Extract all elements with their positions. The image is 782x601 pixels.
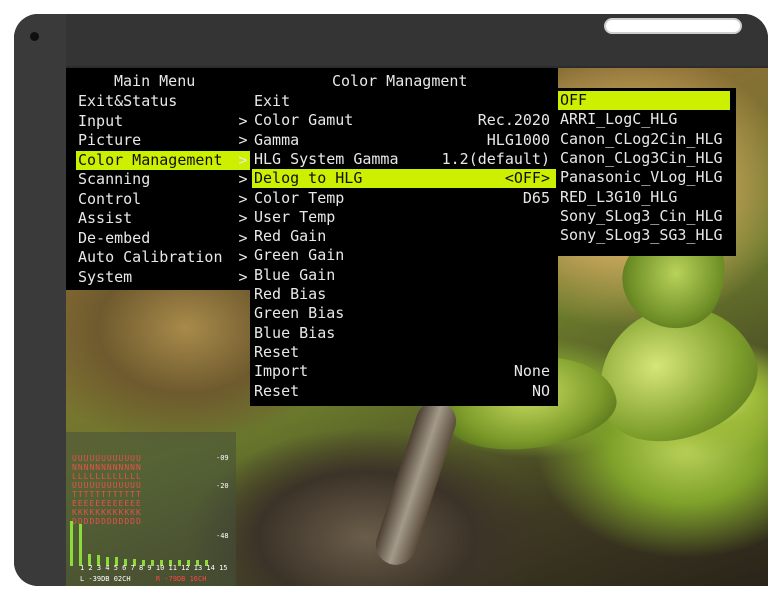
main-menu-item[interactable]: Picture xyxy=(78,131,238,150)
color-menu-item-value: HLG1000 xyxy=(486,130,550,149)
main-menu: Main Menu Exit&Status Input > Picture > Color… xyxy=(66,68,252,290)
main-menu-item[interactable]: Color Management xyxy=(76,150,252,170)
color-menu-item-label: Reset xyxy=(254,342,300,361)
delog-option-menu: OFF ARRI_LogC_HLG Canon_CLog2Cin_HLG Canon_… xyxy=(558,88,736,256)
main-menu-item[interactable]: Scanning xyxy=(78,170,238,189)
audio-meter-panel: UUUUUUUUUUUU NNNNNNNNNNNN LLLLLLLLLLLL U… xyxy=(66,432,236,586)
color-menu-item[interactable]: Exit xyxy=(252,92,556,111)
delog-option-item[interactable]: Sony_SLog3_Cin_HLG xyxy=(558,207,736,226)
color-menu-item[interactable]: Import None xyxy=(252,362,556,381)
color-management-menu: Color Managment Exit Color Gamut Rec.2020 G… xyxy=(250,68,558,406)
color-menu-item-label: Gamma xyxy=(254,130,300,149)
submenu-arrow-icon: > xyxy=(238,248,248,266)
audio-right-readout: R -79DB 16CH xyxy=(155,575,207,583)
stem-shape xyxy=(370,395,462,571)
audio-readout: L -39DB 02CH R -79DB 16CH xyxy=(80,575,206,583)
color-menu-item[interactable]: Color Gamut Rec.2020 xyxy=(252,111,556,130)
color-menu-item[interactable]: Delog to HLG <OFF> xyxy=(252,169,556,189)
color-menu-item-label: Delog to HLG xyxy=(254,169,363,188)
color-menu-item-label: Import xyxy=(254,362,309,381)
audio-scale-mid: -20 xyxy=(216,482,229,490)
color-menu-item-label: Red Gain xyxy=(254,227,327,246)
color-menu-item-label: Color Temp xyxy=(254,188,345,207)
audio-meter-bars xyxy=(70,506,220,566)
submenu-arrow-icon: > xyxy=(238,170,248,188)
color-menu-item-label: Green Gain xyxy=(254,246,345,265)
color-menu-item-label: Red Bias xyxy=(254,285,327,303)
main-menu-title: Main Menu xyxy=(114,72,196,90)
color-menu-item-label: Exit xyxy=(254,92,291,110)
audio-scale-top: -09 xyxy=(216,454,229,462)
main-menu-item[interactable]: Auto Calibration xyxy=(78,248,238,267)
delog-option-item[interactable]: ARRI_LogC_HLG xyxy=(558,110,736,129)
main-menu-item[interactable]: De-embed xyxy=(78,229,238,248)
bezel-left xyxy=(14,14,66,586)
color-menu-item-value: 1.2(default) xyxy=(441,149,550,168)
submenu-arrow-icon: > xyxy=(238,267,248,286)
audio-level-bar xyxy=(79,524,82,566)
color-menu-item[interactable]: Red Bias xyxy=(252,285,556,304)
delog-option-item[interactable]: Canon_CLog2Cin_HLG xyxy=(558,130,736,149)
color-menu-item[interactable]: Blue Gain xyxy=(252,266,556,285)
color-menu-item-value: Rec.2020 xyxy=(477,111,550,130)
main-menu-item[interactable]: Exit&Status xyxy=(78,92,238,111)
color-menu-item[interactable]: Green Gain xyxy=(252,246,556,265)
color-menu-item[interactable]: Gamma HLG1000 xyxy=(252,131,556,150)
delog-option-item[interactable]: Sony_SLog3_SG3_HLG xyxy=(558,226,736,245)
submenu-arrow-icon: > xyxy=(238,209,248,227)
color-menu-item-label: Color Gamut xyxy=(254,111,354,130)
color-menu-item-label: Reset xyxy=(254,381,300,400)
main-menu-item[interactable]: System xyxy=(78,268,238,287)
audio-level-bar xyxy=(70,521,73,566)
color-menu-title: Color Managment xyxy=(332,72,468,90)
delog-option-item[interactable]: RED_L3G10_HLG xyxy=(558,188,736,207)
color-menu-item[interactable]: User Temp xyxy=(252,208,556,227)
color-menu-item[interactable]: Blue Bias xyxy=(252,324,556,343)
main-menu-item[interactable]: Input xyxy=(78,112,238,131)
delog-option-item[interactable]: Panasonic_VLog_HLG xyxy=(558,168,736,187)
top-handle xyxy=(604,18,742,34)
color-menu-item-value: NO xyxy=(531,381,550,400)
color-menu-item-label: User Temp xyxy=(254,207,336,226)
submenu-arrow-icon: > xyxy=(238,111,248,130)
color-menu-item-label: Blue Gain xyxy=(254,265,336,284)
submenu-arrow-icon: > xyxy=(238,150,248,169)
color-menu-item-label: HLG System Gamma xyxy=(254,149,399,168)
submenu-arrow-icon: > xyxy=(238,189,248,208)
color-menu-item-value: None xyxy=(513,362,550,381)
submenu-arrow-icon: > xyxy=(238,228,248,247)
color-menu-item-value: <OFF> xyxy=(504,169,550,188)
main-menu-item[interactable]: Control xyxy=(78,190,238,209)
audio-left-readout: L -39DB 02CH xyxy=(80,575,131,583)
color-menu-item-label: Green Bias xyxy=(254,304,345,323)
color-menu-item-label: Blue Bias xyxy=(254,323,336,342)
color-menu-item-value: D65 xyxy=(522,188,550,207)
color-menu-item[interactable]: Reset NO xyxy=(252,382,556,401)
color-menu-item[interactable]: Reset xyxy=(252,343,556,362)
main-menu-item[interactable]: Assist xyxy=(78,209,238,228)
power-indicator-icon xyxy=(30,32,39,41)
color-menu-item[interactable]: Red Gain xyxy=(252,227,556,246)
color-menu-item[interactable]: HLG System Gamma 1.2(default) xyxy=(252,150,556,169)
delog-option-item[interactable]: Canon_CLog3Cin_HLG xyxy=(558,149,736,168)
delog-option-item[interactable]: OFF xyxy=(558,91,730,110)
submenu-arrow-icon: > xyxy=(238,131,248,149)
color-menu-item[interactable]: Color Temp D65 xyxy=(252,189,556,208)
color-menu-item[interactable]: Green Bias xyxy=(252,304,556,323)
audio-channel-numbers: 1 2 3 4 5 6 7 8 9 10 11 12 13 14 15 xyxy=(80,564,228,572)
